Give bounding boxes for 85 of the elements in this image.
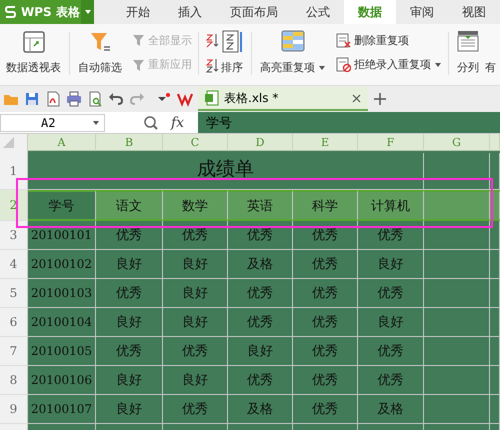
column-header[interactable]: C <box>163 134 228 151</box>
row-header[interactable]: 4 <box>0 250 28 279</box>
table-cell[interactable]: 20100101 <box>28 221 96 250</box>
row-header[interactable]: 7 <box>0 337 28 366</box>
table-cell[interactable]: 良好 <box>163 366 228 395</box>
table-header-cell[interactable]: 语文 <box>96 190 163 221</box>
pivot-table-button[interactable]: 数据透视表 <box>0 28 67 85</box>
column-header[interactable]: E <box>293 134 358 151</box>
menu-tab[interactable]: 页面布局 <box>216 0 292 24</box>
table-cell[interactable]: 20100104 <box>28 308 96 337</box>
menu-tab[interactable]: 开始 <box>112 0 164 24</box>
table-header-cell[interactable]: 学号 <box>28 190 96 221</box>
table-cell[interactable]: 优秀 <box>293 279 358 308</box>
column-header[interactable]: A <box>28 134 96 151</box>
table-cell[interactable]: 优秀 <box>293 366 358 395</box>
table-cell[interactable]: 优秀 <box>228 366 293 395</box>
table-cell[interactable]: 良好 <box>96 308 163 337</box>
table-cell[interactable]: 良好 <box>358 250 424 279</box>
menu-tab[interactable]: 视图 <box>448 0 500 24</box>
document-tab[interactable]: 表格.xls * <box>198 87 368 111</box>
table-cell[interactable]: 良好 <box>228 337 293 366</box>
sort-button[interactable]: 排序 <box>219 28 249 85</box>
table-cell[interactable]: 良好 <box>96 250 163 279</box>
table-cell[interactable]: 及格 <box>228 395 293 424</box>
table-cell[interactable]: 优秀 <box>293 395 358 424</box>
table-cell[interactable]: 优秀 <box>163 395 228 424</box>
table-header-cell[interactable]: 科学 <box>293 190 358 221</box>
table-cell[interactable]: 良好 <box>163 308 228 337</box>
app-logo[interactable]: WPS 表格 <box>0 0 82 24</box>
menu-tab[interactable]: 公式 <box>292 0 344 24</box>
row-header[interactable]: 1 <box>0 153 28 190</box>
table-cell[interactable]: 优秀 <box>96 279 163 308</box>
table-cell[interactable]: 优秀 <box>228 221 293 250</box>
row-header[interactable]: 2 <box>0 190 28 221</box>
reject-duplicates-button[interactable]: 拒绝录入重复项 <box>336 57 442 72</box>
table-cell[interactable]: 优秀 <box>293 250 358 279</box>
table-cell[interactable]: 优秀 <box>228 279 293 308</box>
table-cell[interactable]: 20100107 <box>28 395 96 424</box>
table-cell[interactable]: 优秀 <box>293 337 358 366</box>
menu-tab[interactable]: 审阅 <box>396 0 448 24</box>
table-cell[interactable]: 优秀 <box>96 221 163 250</box>
column-header[interactable]: G <box>424 134 490 151</box>
row-header[interactable]: 5 <box>0 279 28 308</box>
table-cell[interactable]: 优秀 <box>293 308 358 337</box>
table-cell[interactable]: 优秀 <box>358 337 424 366</box>
table-cell[interactable]: 20100106 <box>28 366 96 395</box>
table-cell[interactable]: 优秀 <box>96 337 163 366</box>
table-cell[interactable]: 良好 <box>163 279 228 308</box>
split-columns-button[interactable]: 分列 <box>451 28 485 85</box>
formula-field[interactable]: 学号 <box>198 112 500 133</box>
table-cell[interactable]: 优秀 <box>358 366 424 395</box>
table-cell[interactable]: 20100105 <box>28 337 96 366</box>
table-cell[interactable]: 良好 <box>96 395 163 424</box>
table-header-cell[interactable]: 计算机 <box>358 190 424 221</box>
row-header[interactable]: 8 <box>0 366 28 395</box>
table-cell[interactable]: 优秀 <box>163 337 228 366</box>
column-header[interactable]: D <box>228 134 293 151</box>
name-box[interactable]: A2 <box>0 114 105 132</box>
table-cell[interactable]: 优秀 <box>358 279 424 308</box>
table-cell[interactable]: 优秀 <box>163 221 228 250</box>
function-button[interactable]: fx <box>171 114 184 130</box>
table-cell[interactable]: 20100102 <box>28 250 96 279</box>
table-cell[interactable]: 良好 <box>358 308 424 337</box>
column-header[interactable]: B <box>96 134 163 151</box>
highlight-duplicates-button[interactable]: 高亮重复项 <box>254 28 332 85</box>
table-header-cell[interactable]: 英语 <box>228 190 293 221</box>
column-header[interactable]: F <box>358 134 424 151</box>
table-cell[interactable]: 优秀 <box>358 221 424 250</box>
table-header-cell[interactable]: 数学 <box>163 190 228 221</box>
table-cell[interactable]: 及格 <box>228 250 293 279</box>
row-header[interactable]: 9 <box>0 395 28 424</box>
row-header[interactable]: 6 <box>0 308 28 337</box>
remove-duplicates-button[interactable]: 删除重复项 <box>336 32 442 48</box>
table-cell[interactable]: 优秀 <box>228 308 293 337</box>
row-header[interactable]: 3 <box>0 221 28 250</box>
table-cell[interactable]: 及格 <box>358 395 424 424</box>
app-name: WPS 表格 <box>21 4 80 20</box>
menu-tab[interactable]: 数据 <box>344 0 396 24</box>
table-cell[interactable]: 20100103 <box>28 279 96 308</box>
menu-tab[interactable]: 插入 <box>164 0 216 24</box>
ribbon-button[interactable]: 有 <box>485 28 496 85</box>
auto-filter-button[interactable]: 自动筛选 <box>72 28 128 85</box>
table-cell[interactable]: 良好 <box>163 250 228 279</box>
table-cell[interactable]: 良好 <box>96 366 163 395</box>
table-cell[interactable]: 优秀 <box>293 221 358 250</box>
